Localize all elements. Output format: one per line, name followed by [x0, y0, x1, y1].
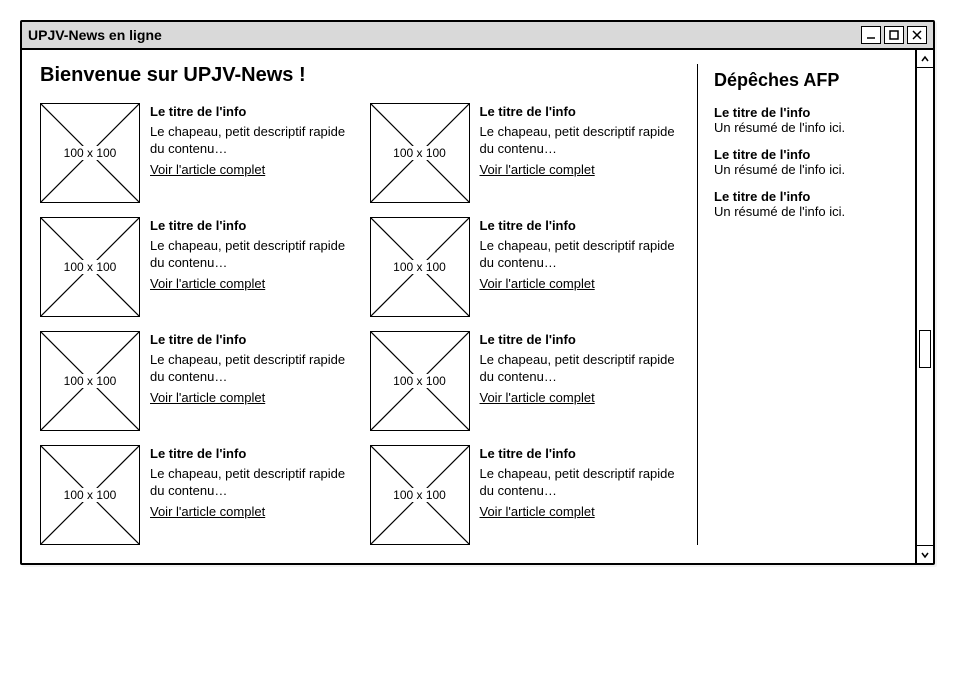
article-link[interactable]: Voir l'article complet — [480, 162, 595, 177]
article-card: 100 x 100 Le titre de l'info Le chapeau,… — [40, 331, 350, 431]
main-column: Bienvenue sur UPJV-News ! 100 x 100 Le t… — [40, 64, 679, 545]
thumbnail-label: 100 x 100 — [391, 374, 448, 388]
article-summary: Le chapeau, petit descriptif rapide du c… — [480, 237, 680, 272]
article-body: Le titre de l'info Le chapeau, petit des… — [150, 331, 350, 406]
close-button[interactable] — [907, 26, 927, 44]
window-controls — [861, 26, 927, 44]
article-thumbnail: 100 x 100 — [370, 217, 470, 317]
scroll-up-button[interactable] — [917, 50, 933, 68]
scroll-thumb[interactable] — [919, 330, 931, 368]
article-body: Le titre de l'info Le chapeau, petit des… — [150, 445, 350, 520]
article-link[interactable]: Voir l'article complet — [480, 390, 595, 405]
afp-item-title: Le titre de l'info — [714, 105, 897, 120]
chevron-up-icon — [920, 54, 930, 64]
article-title: Le titre de l'info — [150, 331, 350, 349]
article-thumbnail: 100 x 100 — [40, 217, 140, 317]
article-summary: Le chapeau, petit descriptif rapide du c… — [150, 465, 350, 500]
afp-item-title: Le titre de l'info — [714, 147, 897, 162]
article-card: 100 x 100 Le titre de l'info Le chapeau,… — [370, 445, 680, 545]
article-summary: Le chapeau, petit descriptif rapide du c… — [150, 237, 350, 272]
article-title: Le titre de l'info — [480, 445, 680, 463]
afp-item-summary: Un résumé de l'info ici. — [714, 120, 897, 135]
article-link[interactable]: Voir l'article complet — [150, 504, 265, 519]
article-body: Le titre de l'info Le chapeau, petit des… — [480, 217, 680, 292]
afp-item-summary: Un résumé de l'info ici. — [714, 204, 897, 219]
article-thumbnail: 100 x 100 — [370, 331, 470, 431]
minimize-button[interactable] — [861, 26, 881, 44]
article-thumbnail: 100 x 100 — [370, 103, 470, 203]
afp-item: Le titre de l'info Un résumé de l'info i… — [714, 147, 897, 177]
article-card: 100 x 100 Le titre de l'info Le chapeau,… — [370, 103, 680, 203]
article-summary: Le chapeau, petit descriptif rapide du c… — [480, 465, 680, 500]
thumbnail-label: 100 x 100 — [391, 146, 448, 160]
content-wrap: Bienvenue sur UPJV-News ! 100 x 100 Le t… — [22, 50, 933, 563]
article-title: Le titre de l'info — [480, 103, 680, 121]
maximize-button[interactable] — [884, 26, 904, 44]
afp-item-summary: Un résumé de l'info ici. — [714, 162, 897, 177]
thumbnail-label: 100 x 100 — [62, 260, 119, 274]
article-link[interactable]: Voir l'article complet — [480, 276, 595, 291]
article-card: 100 x 100 Le titre de l'info Le chapeau,… — [370, 217, 680, 317]
sidebar-heading: Dépêches AFP — [714, 70, 897, 91]
afp-list: Le titre de l'info Un résumé de l'info i… — [714, 105, 897, 219]
article-thumbnail: 100 x 100 — [40, 445, 140, 545]
thumbnail-label: 100 x 100 — [62, 146, 119, 160]
article-title: Le titre de l'info — [150, 445, 350, 463]
afp-item: Le titre de l'info Un résumé de l'info i… — [714, 189, 897, 219]
thumbnail-label: 100 x 100 — [391, 260, 448, 274]
article-title: Le titre de l'info — [150, 103, 350, 121]
article-body: Le titre de l'info Le chapeau, petit des… — [480, 103, 680, 178]
article-body: Le titre de l'info Le chapeau, petit des… — [480, 445, 680, 520]
article-summary: Le chapeau, petit descriptif rapide du c… — [480, 123, 680, 158]
article-thumbnail: 100 x 100 — [40, 331, 140, 431]
thumbnail-label: 100 x 100 — [391, 488, 448, 502]
article-thumbnail: 100 x 100 — [370, 445, 470, 545]
article-card: 100 x 100 Le titre de l'info Le chapeau,… — [40, 103, 350, 203]
window-title: UPJV-News en ligne — [28, 27, 162, 43]
article-link[interactable]: Voir l'article complet — [150, 162, 265, 177]
article-link[interactable]: Voir l'article complet — [150, 390, 265, 405]
thumbnail-label: 100 x 100 — [62, 488, 119, 502]
article-body: Le titre de l'info Le chapeau, petit des… — [150, 103, 350, 178]
maximize-icon — [888, 29, 900, 41]
scrollbar[interactable] — [915, 50, 933, 563]
article-summary: Le chapeau, petit descriptif rapide du c… — [150, 351, 350, 386]
article-title: Le titre de l'info — [480, 217, 680, 235]
article-summary: Le chapeau, petit descriptif rapide du c… — [480, 351, 680, 386]
article-grid: 100 x 100 Le titre de l'info Le chapeau,… — [40, 103, 679, 545]
scroll-down-button[interactable] — [917, 545, 933, 563]
article-card: 100 x 100 Le titre de l'info Le chapeau,… — [40, 217, 350, 317]
article-link[interactable]: Voir l'article complet — [150, 276, 265, 291]
content: Bienvenue sur UPJV-News ! 100 x 100 Le t… — [22, 50, 915, 563]
thumbnail-label: 100 x 100 — [62, 374, 119, 388]
afp-item: Le titre de l'info Un résumé de l'info i… — [714, 105, 897, 135]
article-body: Le titre de l'info Le chapeau, petit des… — [150, 217, 350, 292]
minimize-icon — [865, 29, 877, 41]
sidebar: Dépêches AFP Le titre de l'info Un résum… — [697, 64, 897, 545]
article-title: Le titre de l'info — [150, 217, 350, 235]
page-title: Bienvenue sur UPJV-News ! — [40, 64, 679, 87]
article-card: 100 x 100 Le titre de l'info Le chapeau,… — [370, 331, 680, 431]
article-link[interactable]: Voir l'article complet — [480, 504, 595, 519]
article-thumbnail: 100 x 100 — [40, 103, 140, 203]
article-body: Le titre de l'info Le chapeau, petit des… — [480, 331, 680, 406]
close-icon — [911, 29, 923, 41]
article-title: Le titre de l'info — [480, 331, 680, 349]
article-summary: Le chapeau, petit descriptif rapide du c… — [150, 123, 350, 158]
afp-item-title: Le titre de l'info — [714, 189, 897, 204]
app-window: UPJV-News en ligne Bienvenue sur UPJV-Ne… — [20, 20, 935, 565]
article-card: 100 x 100 Le titre de l'info Le chapeau,… — [40, 445, 350, 545]
chevron-down-icon — [920, 550, 930, 560]
titlebar: UPJV-News en ligne — [22, 22, 933, 50]
